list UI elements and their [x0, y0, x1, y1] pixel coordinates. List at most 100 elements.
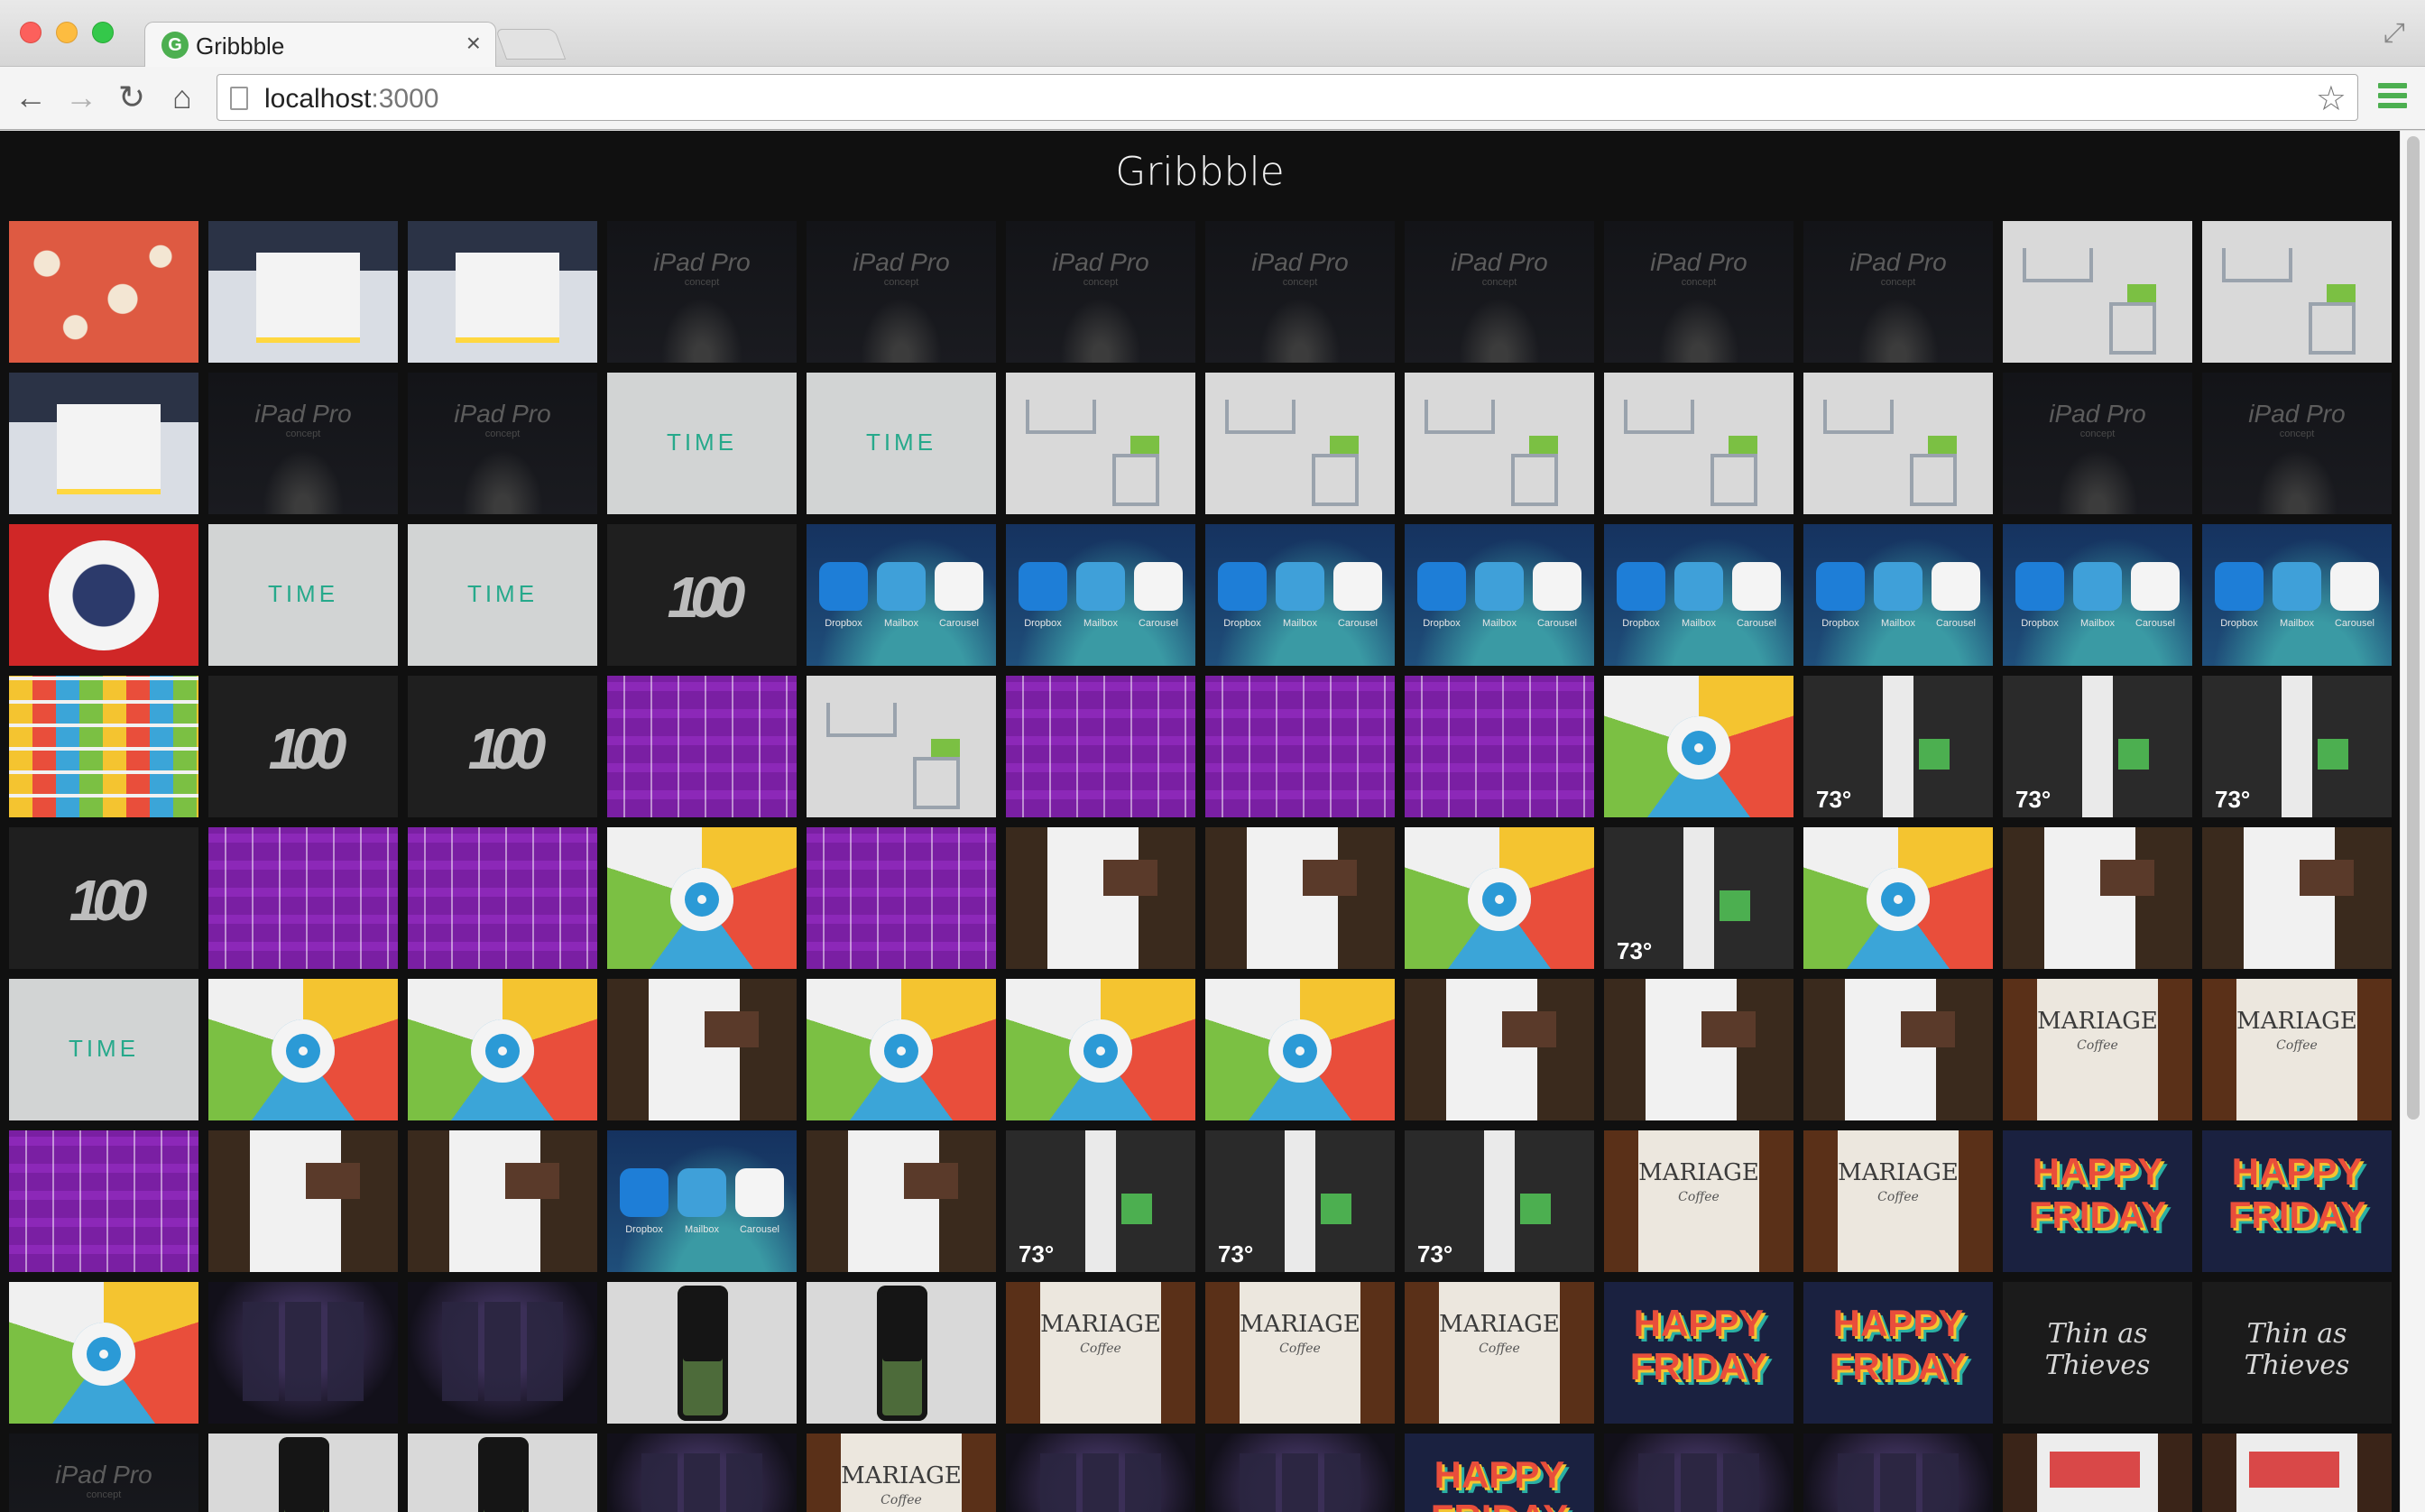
shot-thumbnail-web[interactable] [208, 221, 398, 363]
shot-thumbnail-mariage[interactable]: MARIAGE Coffee [1205, 1282, 1395, 1424]
shot-thumbnail-darkui[interactable] [1205, 1434, 1395, 1512]
browser-tab-active[interactable]: G Gribbble × [144, 22, 496, 67]
shot-thumbnail-happy[interactable]: HAPPY FRIDAY [1405, 1434, 1594, 1512]
shot-thumbnail-mailbox[interactable] [408, 979, 597, 1120]
shot-thumbnail-phone[interactable]: 73° [2202, 676, 2392, 817]
shot-thumbnail-apps[interactable]: Dropbox Mailbox Carousel [1006, 524, 1195, 666]
shot-thumbnail-ipad[interactable]: iPad Pro concept [807, 221, 996, 363]
shot-thumbnail-happy[interactable]: HAPPY FRIDAY [2003, 1130, 2192, 1272]
shot-thumbnail-icons[interactable] [1405, 676, 1594, 817]
shot-thumbnail-web[interactable] [408, 221, 597, 363]
shot-thumbnail-helmet[interactable] [9, 524, 198, 666]
home-icon[interactable]: ⌂ [162, 78, 202, 117]
shot-thumbnail-icons[interactable] [408, 827, 597, 969]
shot-thumbnail-happy[interactable]: HAPPY FRIDAY [1604, 1282, 1793, 1424]
new-tab-button[interactable] [494, 29, 567, 60]
shot-thumbnail-hundred[interactable]: 100 [208, 676, 398, 817]
shot-thumbnail-darkui[interactable] [1006, 1434, 1195, 1512]
shot-thumbnail-time[interactable]: TIME [408, 524, 597, 666]
shot-thumbnail-icons[interactable] [208, 827, 398, 969]
shot-thumbnail-mailbox[interactable] [607, 827, 797, 969]
shot-thumbnail-icons[interactable] [1006, 676, 1195, 817]
forward-arrow-icon[interactable]: → [61, 78, 101, 117]
shot-thumbnail-mailbox[interactable] [1604, 676, 1793, 817]
shot-thumbnail-mailbox[interactable] [1006, 979, 1195, 1120]
shot-thumbnail-happy[interactable]: HAPPY FRIDAY [2202, 1130, 2392, 1272]
shot-thumbnail-time[interactable]: TIME [807, 373, 996, 514]
shot-thumbnail-brown[interactable] [1006, 827, 1195, 969]
shot-thumbnail-brown[interactable] [408, 1130, 597, 1272]
shot-thumbnail-darkui[interactable] [1604, 1434, 1793, 1512]
shot-thumbnail-happy[interactable]: HAPPY FRIDAY [1803, 1282, 1993, 1424]
shot-thumbnail-icons[interactable] [1205, 676, 1395, 817]
shot-thumbnail-phone[interactable]: 73° [1803, 676, 1993, 817]
shot-thumbnail-rabbits[interactable] [9, 221, 198, 363]
shot-thumbnail-brown[interactable] [208, 1130, 398, 1272]
shot-thumbnail-time[interactable]: TIME [9, 979, 198, 1120]
shot-thumbnail-interior[interactable] [807, 676, 996, 817]
shot-thumbnail-thin[interactable]: Thin as Thieves [2202, 1282, 2392, 1424]
shot-thumbnail-darkui[interactable] [607, 1434, 797, 1512]
shot-thumbnail-brown[interactable] [607, 979, 797, 1120]
shot-thumbnail-apps[interactable]: Dropbox Mailbox Carousel [2003, 524, 2192, 666]
window-maximize-button[interactable] [92, 22, 114, 43]
shot-thumbnail-interior[interactable] [1006, 373, 1195, 514]
shot-thumbnail-apps[interactable]: Dropbox Mailbox Carousel [1405, 524, 1594, 666]
shot-thumbnail-brown[interactable] [2202, 827, 2392, 969]
shot-thumbnail-ipad[interactable]: iPad Pro concept [1205, 221, 1395, 363]
address-bar-url[interactable]: localhost:3000 [264, 84, 438, 115]
shot-thumbnail-mailbox[interactable] [807, 979, 996, 1120]
shot-thumbnail-mailbox[interactable] [9, 1282, 198, 1424]
shot-thumbnail-iphone[interactable] [208, 1434, 398, 1512]
address-bar[interactable]: localhost:3000 ☆ [217, 74, 2358, 121]
shot-thumbnail-thin[interactable]: Thin as Thieves [2003, 1282, 2192, 1424]
window-minimize-button[interactable] [56, 22, 78, 43]
shot-thumbnail-mariage[interactable]: MARIAGE Coffee [2003, 979, 2192, 1120]
shot-thumbnail-ipad[interactable]: iPad Pro concept [9, 1434, 198, 1512]
shot-thumbnail-mariage[interactable]: MARIAGE Coffee [1803, 1130, 1993, 1272]
shot-thumbnail-interior[interactable] [1405, 373, 1594, 514]
shot-thumbnail-brown[interactable] [1803, 979, 1993, 1120]
shot-thumbnail-mariage[interactable]: MARIAGE Coffee [2202, 979, 2392, 1120]
shot-thumbnail-darkui[interactable] [1803, 1434, 1993, 1512]
shot-thumbnail-time[interactable]: TIME [607, 373, 797, 514]
shot-thumbnail-mariage[interactable]: MARIAGE Coffee [807, 1434, 996, 1512]
shot-thumbnail-brown[interactable] [1205, 827, 1395, 969]
shot-thumbnail-icons[interactable] [9, 1130, 198, 1272]
shot-thumbnail-time[interactable]: TIME [208, 524, 398, 666]
bookmark-star-icon[interactable]: ☆ [2316, 78, 2347, 119]
shot-thumbnail-icons[interactable] [807, 827, 996, 969]
shot-thumbnail-brown[interactable] [1405, 979, 1594, 1120]
shot-thumbnail-brown[interactable] [807, 1130, 996, 1272]
reload-icon[interactable]: ↻ [112, 78, 152, 117]
shot-thumbnail-iphone[interactable] [607, 1282, 797, 1424]
shot-thumbnail-apps[interactable]: Dropbox Mailbox Carousel [807, 524, 996, 666]
window-close-button[interactable] [20, 22, 41, 43]
shot-thumbnail-mariage[interactable]: MARIAGE Coffee [1405, 1282, 1594, 1424]
shot-thumbnail-ipad[interactable]: iPad Pro concept [607, 221, 797, 363]
shot-thumbnail-interior[interactable] [1803, 373, 1993, 514]
shot-thumbnail-apps[interactable]: Dropbox Mailbox Carousel [1803, 524, 1993, 666]
shot-thumbnail-apps[interactable]: Dropbox Mailbox Carousel [1205, 524, 1395, 666]
shot-thumbnail-phone[interactable]: 73° [1405, 1130, 1594, 1272]
shot-thumbnail-interior[interactable] [2202, 221, 2392, 363]
shot-thumbnail-hundred[interactable]: 100 [408, 676, 597, 817]
shot-thumbnail-iphone[interactable] [807, 1282, 996, 1424]
shot-thumbnail-poster[interactable] [2202, 1434, 2392, 1512]
shot-thumbnail-ipad[interactable]: iPad Pro concept [408, 373, 597, 514]
shot-thumbnail-poster[interactable] [2003, 1434, 2192, 1512]
shot-thumbnail-hundred[interactable]: 100 [607, 524, 797, 666]
tab-close-icon[interactable]: × [466, 31, 481, 56]
shot-thumbnail-mariage[interactable]: MARIAGE Coffee [1604, 1130, 1793, 1272]
shot-thumbnail-mailbox[interactable] [208, 979, 398, 1120]
shot-thumbnail-interior[interactable] [2003, 221, 2192, 363]
shot-thumbnail-ipad[interactable]: iPad Pro concept [1803, 221, 1993, 363]
shot-thumbnail-ipad[interactable]: iPad Pro concept [1604, 221, 1793, 363]
shot-thumbnail-phone[interactable]: 73° [2003, 676, 2192, 817]
shot-thumbnail-interior[interactable] [1604, 373, 1793, 514]
vertical-scrollbar[interactable] [2400, 131, 2425, 1512]
fullscreen-expand-icon[interactable]: ⤢ [2384, 18, 2405, 49]
shot-thumbnail-apps[interactable]: Dropbox Mailbox Carousel [607, 1130, 797, 1272]
shot-thumbnail-icons[interactable] [607, 676, 797, 817]
shot-thumbnail-brown[interactable] [1604, 979, 1793, 1120]
